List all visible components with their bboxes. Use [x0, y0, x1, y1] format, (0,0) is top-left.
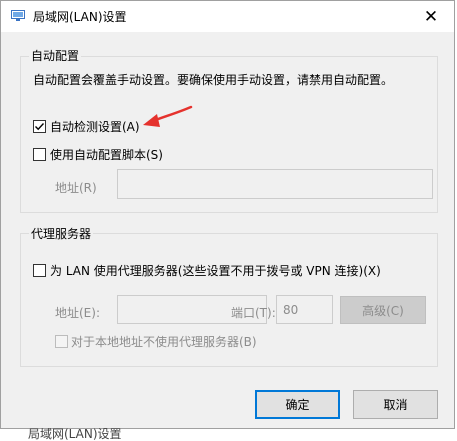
- proxy-port-input[interactable]: 80: [276, 295, 333, 324]
- advanced-button[interactable]: 高级(C): [340, 296, 426, 324]
- auto-detect-label[interactable]: 自动检测设置(A): [50, 118, 140, 135]
- use-script-checkbox[interactable]: [33, 148, 46, 161]
- close-icon: ✕: [423, 6, 439, 27]
- auto-config-description: 自动配置会覆盖手动设置。要确保使用手动设置，请禁用自动配置。: [33, 73, 394, 87]
- auto-config-group-label: 自动配置: [29, 47, 82, 64]
- use-script-label[interactable]: 使用自动配置脚本(S): [50, 146, 163, 163]
- checkmark-icon: [35, 123, 45, 131]
- proxy-address-label: 地址(E):: [55, 306, 100, 320]
- proxy-group-label: 代理服务器: [29, 225, 94, 242]
- window-title: 局域网(LAN)设置: [33, 10, 127, 24]
- ok-button[interactable]: 确定: [255, 390, 340, 419]
- script-address-label: 地址(R): [55, 181, 97, 195]
- use-proxy-checkbox[interactable]: [33, 264, 46, 277]
- cancel-button[interactable]: 取消: [353, 390, 438, 419]
- bypass-local-label[interactable]: 对于本地地址不使用代理服务器(B): [71, 333, 257, 350]
- close-button[interactable]: ✕: [408, 1, 454, 32]
- use-proxy-label[interactable]: 为 LAN 使用代理服务器(这些设置不用于拨号或 VPN 连接)(X): [50, 262, 381, 279]
- annotation-arrow-icon: [143, 105, 193, 127]
- lan-settings-dialog: 局域网(LAN)设置 ✕ 自动配置 自动配置会覆盖手动设置。要确保使用手动设置，…: [0, 0, 455, 429]
- proxy-port-label: 端口(T):: [231, 306, 276, 320]
- bypass-local-checkbox[interactable]: [55, 335, 68, 348]
- auto-detect-checkbox[interactable]: [33, 120, 46, 133]
- background-window-title: 局域网(LAN)设置: [28, 428, 122, 441]
- title-bar: 局域网(LAN)设置 ✕: [1, 1, 454, 32]
- script-address-input[interactable]: [117, 169, 433, 199]
- network-icon: [11, 10, 25, 21]
